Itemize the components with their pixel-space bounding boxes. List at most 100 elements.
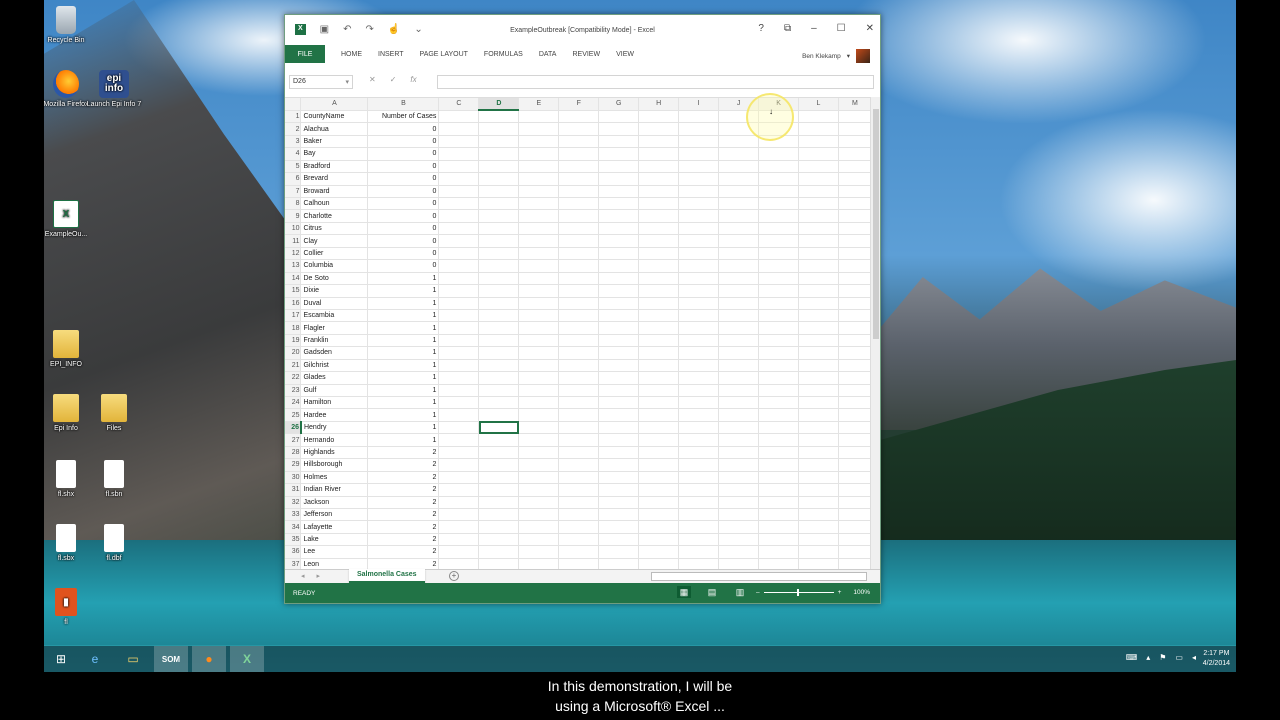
cell[interactable] bbox=[718, 185, 760, 199]
desktop-icon-epi-info-folder[interactable]: EPI_INFO bbox=[44, 330, 94, 369]
cell[interactable] bbox=[718, 359, 760, 373]
cell[interactable] bbox=[638, 446, 680, 460]
cell[interactable] bbox=[678, 371, 720, 385]
cell[interactable] bbox=[438, 334, 480, 348]
cell[interactable] bbox=[838, 185, 872, 199]
cell[interactable] bbox=[558, 471, 600, 485]
next-sheet-icon[interactable]: ▸ bbox=[317, 572, 321, 580]
cell[interactable] bbox=[518, 496, 560, 509]
cell[interactable] bbox=[838, 110, 872, 124]
normal-view-icon[interactable]: ▦ bbox=[677, 586, 691, 598]
cell[interactable] bbox=[478, 122, 520, 136]
cell[interactable] bbox=[558, 160, 600, 174]
cell[interactable]: Lee bbox=[300, 545, 369, 559]
cell[interactable] bbox=[838, 483, 872, 497]
cell[interactable] bbox=[838, 334, 872, 348]
cell[interactable] bbox=[718, 247, 760, 261]
desktop-icon-example-outbreak[interactable]: X ExampleOu... bbox=[44, 200, 94, 239]
cell[interactable] bbox=[478, 334, 520, 348]
worksheet-grid[interactable]: ABCDEFGHIJKLM 1 CountyName Number of Cases… bbox=[285, 97, 872, 569]
cell[interactable] bbox=[558, 520, 600, 534]
cell[interactable]: Alachua bbox=[300, 122, 369, 136]
cell[interactable] bbox=[598, 533, 640, 547]
cell[interactable]: De Soto bbox=[300, 272, 369, 286]
cell[interactable] bbox=[478, 172, 520, 186]
row-header[interactable]: 1 bbox=[285, 110, 302, 124]
cell[interactable] bbox=[718, 371, 760, 385]
column-header-a[interactable]: A bbox=[300, 98, 369, 111]
cell[interactable] bbox=[518, 309, 560, 323]
cell[interactable] bbox=[478, 197, 520, 211]
cell[interactable] bbox=[638, 558, 680, 569]
row-header[interactable]: 3 bbox=[285, 135, 302, 149]
cell[interactable] bbox=[518, 234, 560, 248]
cell[interactable] bbox=[438, 284, 480, 298]
flag-icon[interactable]: ⚑ bbox=[1159, 653, 1166, 662]
cell[interactable] bbox=[678, 520, 720, 534]
show-hidden-icon[interactable]: ▴ bbox=[1146, 653, 1150, 662]
cell[interactable] bbox=[558, 496, 600, 509]
cell[interactable] bbox=[438, 408, 480, 422]
cell[interactable] bbox=[478, 259, 520, 273]
cell[interactable] bbox=[518, 471, 560, 485]
cell[interactable]: 2 bbox=[367, 471, 440, 485]
cell[interactable] bbox=[678, 483, 720, 497]
cell[interactable] bbox=[438, 321, 480, 335]
cell[interactable]: Columbia bbox=[300, 259, 369, 273]
cell[interactable] bbox=[798, 147, 839, 161]
column-header-b[interactable]: B bbox=[367, 98, 440, 111]
cell[interactable] bbox=[678, 110, 720, 124]
help-icon[interactable]: ? bbox=[758, 23, 764, 34]
cell[interactable] bbox=[838, 520, 872, 534]
excel-icon[interactable]: X bbox=[230, 646, 264, 672]
cell[interactable] bbox=[438, 160, 480, 174]
row-header[interactable]: 13 bbox=[285, 259, 302, 273]
cell[interactable] bbox=[838, 558, 872, 569]
cell[interactable]: 2 bbox=[367, 458, 440, 472]
cell[interactable] bbox=[438, 272, 480, 286]
cell[interactable] bbox=[558, 421, 600, 435]
row-header[interactable]: 8 bbox=[285, 197, 302, 211]
cell[interactable] bbox=[478, 433, 520, 447]
cell[interactable]: Bay bbox=[300, 147, 369, 161]
row-header[interactable]: 35 bbox=[285, 533, 302, 547]
cell[interactable] bbox=[478, 384, 520, 398]
cell[interactable] bbox=[438, 545, 480, 559]
cell[interactable] bbox=[718, 284, 760, 298]
cell[interactable] bbox=[758, 185, 799, 199]
cell[interactable] bbox=[598, 433, 640, 447]
cell[interactable] bbox=[798, 384, 839, 398]
cell[interactable] bbox=[678, 334, 720, 348]
cell[interactable]: 1 bbox=[367, 359, 440, 373]
cell[interactable] bbox=[638, 160, 680, 174]
cell[interactable] bbox=[838, 545, 872, 559]
row-header[interactable]: 18 bbox=[285, 321, 302, 335]
cell[interactable] bbox=[558, 247, 600, 261]
cell[interactable] bbox=[798, 545, 839, 559]
cell[interactable] bbox=[558, 384, 600, 398]
cell[interactable] bbox=[558, 259, 600, 273]
row-header[interactable]: 10 bbox=[285, 222, 302, 236]
cell[interactable] bbox=[838, 284, 872, 298]
cell[interactable] bbox=[438, 259, 480, 273]
cell[interactable] bbox=[598, 421, 640, 435]
cell[interactable] bbox=[718, 147, 760, 161]
cell[interactable] bbox=[598, 359, 640, 373]
cell[interactable] bbox=[478, 545, 520, 559]
cell[interactable] bbox=[718, 396, 760, 410]
cell[interactable] bbox=[758, 359, 799, 373]
cell[interactable] bbox=[838, 259, 872, 273]
cell[interactable] bbox=[438, 209, 480, 223]
cell[interactable]: 1 bbox=[367, 433, 440, 447]
desktop-icon-recycle-bin[interactable]: Recycle Bin bbox=[44, 6, 94, 45]
cell[interactable]: Gulf bbox=[300, 384, 369, 398]
cell[interactable] bbox=[558, 234, 600, 248]
cell[interactable] bbox=[718, 135, 760, 149]
cell[interactable] bbox=[638, 384, 680, 398]
cell[interactable] bbox=[678, 172, 720, 186]
row-header[interactable]: 30 bbox=[285, 471, 302, 485]
cell[interactable] bbox=[438, 135, 480, 149]
cell[interactable]: Franklin bbox=[300, 334, 369, 348]
close-icon[interactable]: ✕ bbox=[866, 23, 874, 34]
cell[interactable] bbox=[758, 222, 799, 236]
